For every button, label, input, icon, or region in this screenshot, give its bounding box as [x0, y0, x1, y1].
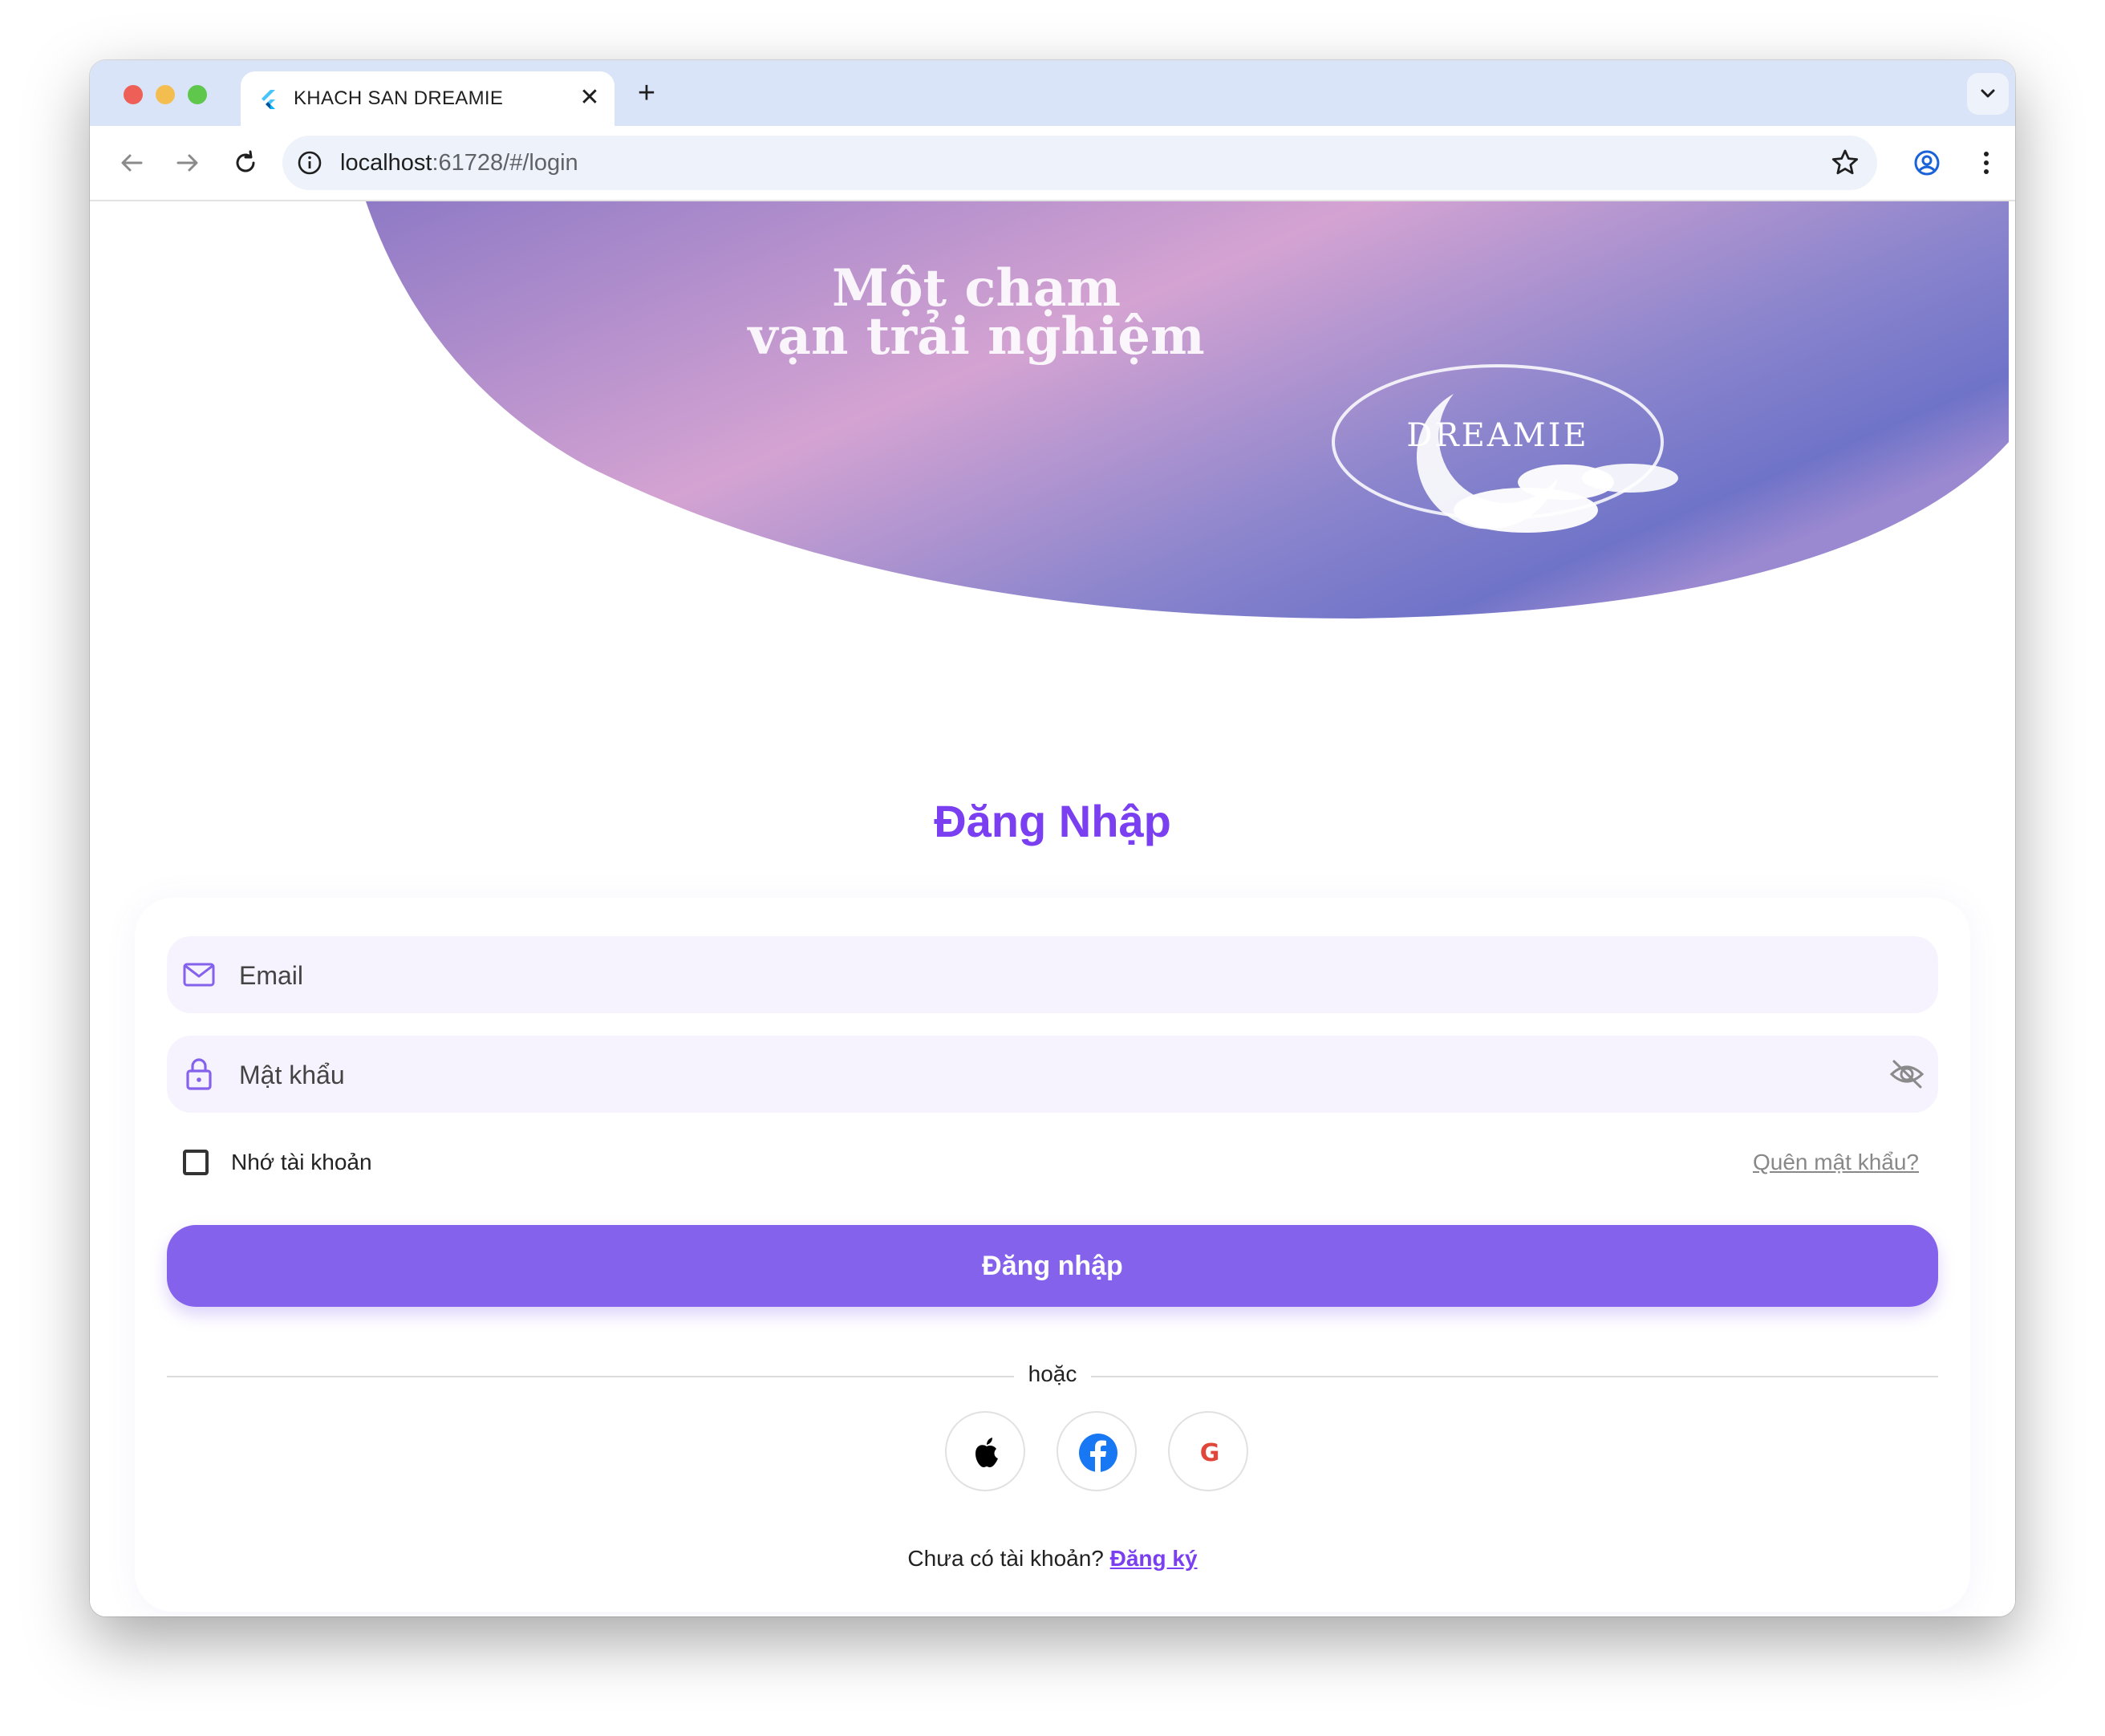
or-divider: hoặc [167, 1360, 1938, 1392]
forgot-password-link[interactable]: Quên mật khẩu? [1753, 1150, 1919, 1175]
maximize-window-button[interactable] [188, 85, 207, 104]
browser-tab[interactable]: KHACH SAN DREAMIE ✕ [241, 71, 614, 128]
google-icon: G [1200, 1439, 1220, 1467]
facebook-login-button[interactable] [1057, 1411, 1137, 1491]
visibility-off-icon[interactable] [1888, 1057, 1925, 1092]
url-path: :61728/#/login [432, 150, 578, 176]
signup-link[interactable]: Đăng ký [1110, 1546, 1198, 1571]
signup-prompt: Chưa có tài khoản? [907, 1546, 1110, 1571]
forward-arrow-icon[interactable] [168, 144, 207, 182]
banner-line2: vạn trải nghiệm [746, 306, 1204, 367]
password-input[interactable] [237, 1036, 1829, 1114]
login-title: Đăng Nhập [934, 796, 1171, 846]
mail-icon [183, 963, 215, 987]
tab-strip: KHACH SAN DREAMIE ✕ + [90, 60, 2015, 128]
apple-login-button[interactable] [945, 1411, 1025, 1491]
minimize-window-button[interactable] [156, 85, 175, 104]
google-login-button[interactable]: G [1168, 1411, 1248, 1491]
login-card: Nhớ tài khoản Quên mật khẩu? Đăng nhập h… [135, 898, 1970, 1612]
more-menu-icon[interactable] [1967, 144, 2006, 182]
remember-checkbox[interactable] [183, 1150, 209, 1175]
lock-icon [186, 1058, 212, 1090]
divider-text: hoặc [1028, 1361, 1077, 1386]
reload-icon[interactable] [226, 144, 265, 182]
new-tab-button[interactable]: + [629, 76, 664, 112]
email-field[interactable] [167, 936, 1938, 1015]
tab-title: KHACH SAN DREAMIE [294, 87, 504, 109]
close-window-button[interactable] [124, 85, 143, 104]
flutter-icon [262, 90, 275, 109]
signup-line: Chưa có tài khoản? Đăng ký [135, 1546, 1970, 1572]
svg-text:G: G [1200, 1439, 1220, 1467]
login-page: Một chạm vạn trải nghiệm DREAMIE Đăng Nh… [90, 201, 2015, 1616]
remember-label: Nhớ tài khoản [231, 1150, 372, 1174]
logo-text: DREAMIE [1406, 417, 1588, 454]
facebook-icon [1079, 1434, 1117, 1472]
url-host: localhost [340, 150, 432, 176]
login-button[interactable]: Đăng nhập [167, 1225, 1938, 1307]
apple-icon [975, 1438, 998, 1467]
site-info-icon[interactable] [295, 148, 324, 177]
hero-banner: Một chạm vạn trải nghiệm DREAMIE [366, 201, 2009, 619]
url-text: localhost:61728/#/login [340, 150, 578, 176]
tab-close-icon[interactable]: ✕ [576, 84, 603, 112]
email-input[interactable] [237, 936, 1845, 1015]
address-bar[interactable]: localhost:61728/#/login [282, 136, 1877, 190]
profile-icon[interactable] [1908, 144, 1946, 182]
password-field[interactable] [167, 1036, 1938, 1114]
chevron-down-icon [1981, 89, 1995, 98]
browser-toolbar: localhost:61728/#/login [90, 126, 2015, 201]
bookmark-star-icon[interactable] [1829, 147, 1861, 179]
tab-search-button[interactable] [1967, 73, 2009, 115]
browser-window: KHACH SAN DREAMIE ✕ + localhost:61728/#/… [90, 60, 2015, 1616]
back-arrow-icon[interactable] [112, 144, 151, 182]
